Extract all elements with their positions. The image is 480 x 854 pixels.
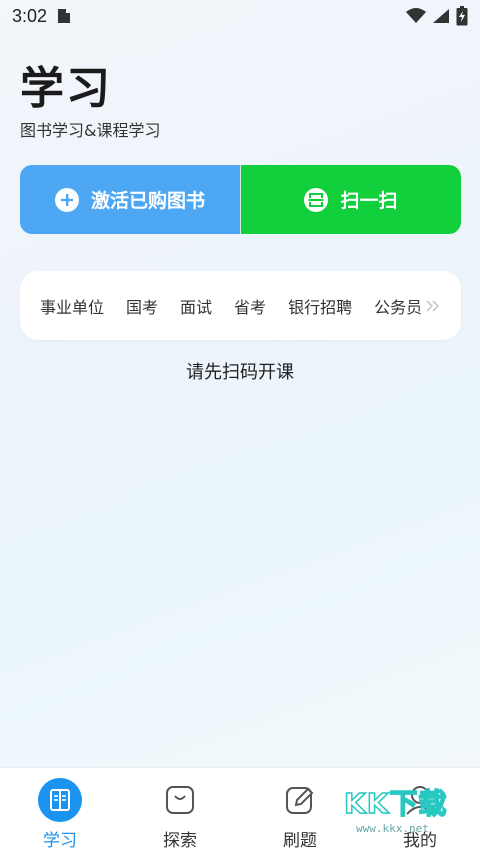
tab-practice[interactable]: 刷题 (240, 768, 360, 854)
tab-label: 学习 (43, 831, 77, 851)
status-bar: 3:02 (0, 0, 480, 32)
wifi-icon (406, 8, 426, 24)
plus-circle-icon (54, 187, 79, 212)
page-title: 学习 (20, 63, 112, 114)
tab-label: 探索 (163, 831, 197, 851)
watermark: KK下载 www.kkx.net (343, 782, 454, 840)
tab-label: 刷题 (283, 831, 317, 851)
double-chevron-right-icon (425, 299, 441, 313)
watermark-url: www.kkx.net (356, 822, 429, 835)
scan-button[interactable]: 扫一扫 (240, 165, 461, 234)
activate-books-label: 激活已购图书 (90, 190, 205, 212)
category-item[interactable]: 国考 (126, 294, 158, 318)
category-item[interactable]: 面试 (180, 294, 212, 318)
category-item[interactable]: 公务员 (374, 294, 422, 318)
tab-explore[interactable]: 探索 (120, 768, 240, 854)
book-icon (38, 778, 82, 822)
signal-icon (432, 8, 450, 24)
category-item[interactable]: 银行招聘 (288, 294, 352, 318)
category-item[interactable]: 省考 (234, 294, 266, 318)
scan-label: 扫一扫 (340, 190, 398, 212)
tab-study[interactable]: 学习 (0, 768, 120, 854)
page-subtitle: 图书学习&课程学习 (20, 121, 161, 140)
battery-charging-icon (456, 6, 468, 26)
watermark-text: KK下载 (343, 786, 448, 821)
scan-icon (304, 187, 329, 212)
bag-icon (158, 778, 202, 822)
category-list: 事业单位 国考 面试 省考 银行招聘 公务员 (40, 271, 422, 340)
edit-icon (278, 778, 322, 822)
activate-books-button[interactable]: 激活已购图书 (20, 165, 240, 234)
scan-hint-text: 请先扫码开课 (186, 362, 294, 383)
category-item[interactable]: 事业单位 (40, 294, 104, 318)
category-card: 事业单位 国考 面试 省考 银行招聘 公务员 (20, 271, 461, 340)
sim-card-icon (57, 8, 71, 24)
status-time: 3:02 (12, 5, 48, 26)
action-row: 激活已购图书 扫一扫 (20, 165, 461, 234)
more-categories-button[interactable] (417, 271, 461, 340)
